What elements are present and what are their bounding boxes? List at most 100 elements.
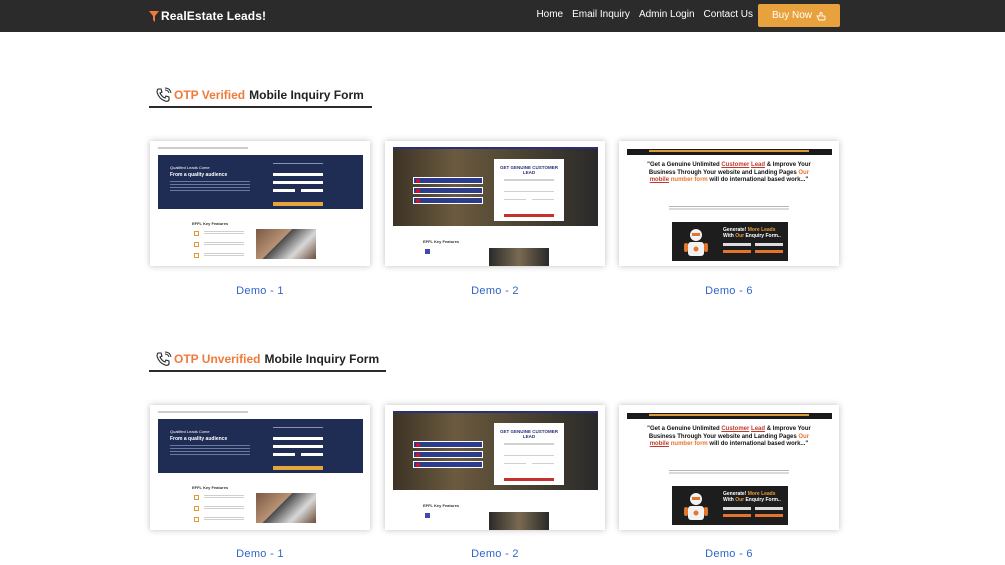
preview-decoration (158, 411, 248, 413)
preview-form-title: GET GENUINE CUSTOMER LEAD (500, 429, 558, 439)
demo-preview-card-demo-6[interactable]: "Get a Genuine Unlimited Customer Lead &… (619, 405, 839, 530)
preview-decoration (425, 249, 430, 254)
brand-suffix: ! (261, 9, 267, 23)
preview-decoration (504, 463, 526, 464)
preview-decoration (693, 246, 699, 252)
demo-preview-card-demo-2[interactable]: GET GENUINE CUSTOMER LEAD EFFL Key Featu… (385, 405, 605, 530)
preview-decoration (532, 463, 554, 464)
demo-preview-card-demo-6[interactable]: "Get a Genuine Unlimited Customer Lead &… (619, 141, 839, 266)
preview-decoration (194, 231, 199, 236)
nav-email-inquiry[interactable]: Email Inquiry (572, 9, 630, 20)
demo-link-demo-6[interactable]: Demo - 6 (619, 285, 839, 297)
preview-decoration (170, 445, 250, 455)
preview-decoration (684, 507, 688, 516)
preview-decoration (416, 443, 420, 447)
preview-decoration (649, 414, 809, 416)
nav-contact-us[interactable]: Contact Us (704, 9, 753, 20)
demo-preview-card-demo-1[interactable]: Qualified Leads Come From a quality audi… (150, 405, 370, 530)
preview-decoration (489, 512, 549, 530)
preview-decoration (256, 493, 316, 523)
preview-decoration: GET GENUINE CUSTOMER LEAD (494, 159, 564, 221)
preview-decoration (194, 506, 199, 511)
preview-decoration (301, 189, 323, 192)
demo-link-demo-1[interactable]: Demo - 1 (150, 548, 370, 560)
preview-decoration: GET GENUINE CUSTOMER LEAD (494, 423, 564, 485)
preview-decoration (755, 507, 783, 510)
preview-decoration (204, 517, 244, 521)
preview-decoration (194, 253, 199, 258)
demo-preview-card-demo-2[interactable]: GET GENUINE CUSTOMER LEAD EFFL Key Featu… (385, 141, 605, 266)
preview-decoration (416, 199, 420, 203)
preview-decoration (755, 250, 783, 253)
preview-decoration (158, 147, 248, 149)
preview-hero-small: Qualified Leads Come (170, 165, 210, 170)
preview-decoration: "Get a Genuine Unlimited (647, 162, 722, 168)
preview-decoration: Customer (721, 426, 750, 432)
preview-decoration (204, 495, 244, 499)
preview-decoration (504, 191, 554, 192)
preview-decoration (416, 179, 420, 183)
buy-now-button[interactable]: Buy Now (758, 4, 840, 27)
demo-preview-card-demo-1[interactable]: Qualified Leads Come From a quality audi… (150, 141, 370, 266)
phone-icon (156, 87, 172, 102)
preview-decoration (504, 179, 554, 181)
preview-decoration (413, 441, 483, 448)
demo-link-demo-2[interactable]: Demo - 2 (385, 285, 605, 297)
preview-decoration (273, 202, 323, 206)
preview-decoration (204, 242, 244, 246)
preview-decoration: Our (798, 169, 810, 176)
demo-link-demo-6[interactable]: Demo - 6 (619, 548, 839, 560)
preview-decoration (170, 181, 250, 191)
brand-name: RealEstate Leads (161, 9, 262, 23)
preview-decoration (489, 248, 549, 266)
preview-decoration (649, 150, 809, 152)
preview-decoration (204, 231, 244, 235)
preview-decoration (273, 173, 323, 176)
preview-decoration (273, 445, 323, 448)
preview-decoration (723, 514, 751, 517)
preview-decoration: will do international based work..." (707, 441, 809, 447)
brand-logo[interactable]: RealEstate Leads! (149, 8, 266, 24)
preview-decoration (413, 451, 483, 458)
preview-features-title: EFFL Key Features (423, 503, 460, 508)
preview-generate-text: Generate! More Leads With Our Enquiry For… (723, 491, 781, 503)
preview-headline: "Get a Genuine Unlimited Customer Lead &… (639, 162, 819, 185)
preview-decoration (413, 177, 483, 184)
preview-decoration (273, 427, 323, 428)
preview-decoration (504, 478, 554, 481)
preview-decoration: Our (735, 233, 745, 239)
preview-decoration: number form (670, 441, 708, 447)
demo-link-demo-1[interactable]: Demo - 1 (150, 285, 370, 297)
nav-admin-login[interactable]: Admin Login (639, 9, 695, 20)
preview-decoration (204, 253, 244, 257)
preview-decoration: Enquiry Form.. (745, 497, 781, 503)
demo-link-demo-2[interactable]: Demo - 2 (385, 548, 605, 560)
preview-decoration (413, 461, 483, 468)
funnel-icon (149, 10, 159, 22)
preview-decoration (693, 510, 699, 516)
preview-decoration (669, 206, 789, 211)
preview-decoration (273, 453, 295, 456)
section-title-text: Mobile Inquiry Form (264, 351, 380, 366)
nav-home[interactable]: Home (536, 9, 563, 20)
preview-decoration (194, 242, 199, 247)
preview-decoration (273, 437, 323, 440)
preview-decoration: will do international based work..." (707, 177, 809, 183)
preview-decoration (204, 506, 244, 510)
preview-decoration (194, 517, 199, 522)
preview-decoration: number form (670, 177, 708, 183)
preview-decoration: mobile (649, 177, 670, 183)
phone-icon (156, 351, 172, 366)
preview-decoration (425, 513, 430, 518)
preview-decoration: Lead (751, 162, 766, 168)
preview-decoration: "Get a Genuine Unlimited (647, 426, 722, 432)
preview-decoration (416, 453, 420, 457)
preview-decoration (504, 443, 554, 445)
preview-decoration (692, 233, 700, 236)
preview-decoration (413, 197, 483, 204)
section-title-otp-unverified: OTP Unverified Mobile Inquiry Form (149, 350, 386, 372)
preview-decoration (669, 470, 789, 475)
preview-decoration (532, 199, 554, 200)
preview-decoration: Our (798, 433, 810, 440)
top-navbar: RealEstate Leads! Home Email Inquiry Adm… (0, 0, 1005, 32)
